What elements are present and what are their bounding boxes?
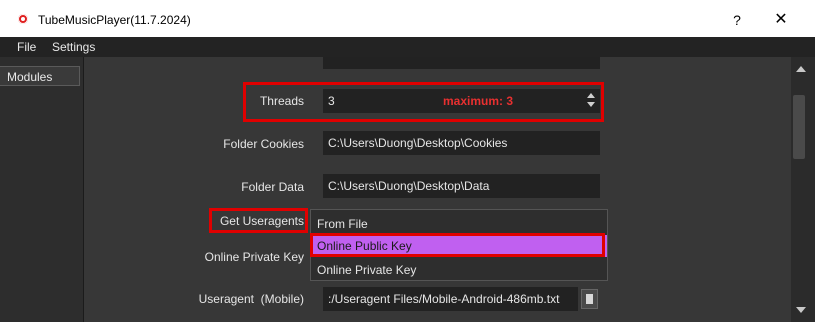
useragent-mobile-field[interactable]: :/Useragent Files/Mobile-Android-486mb.t… [323,287,578,311]
window-title: TubeMusicPlayer(11.7.2024) [38,13,191,27]
scroll-thumb[interactable] [793,95,805,159]
title-bar: TubeMusicPlayer(11.7.2024) ? ✕ [0,0,815,37]
data-folder-label: Folder Data [241,180,304,194]
vertical-scrollbar[interactable] [791,57,815,322]
menu-bar: File Settings [0,37,815,57]
private-key-label: Online Private Key [204,250,304,264]
data-folder-field[interactable]: C:\Users\Duong\Desktop\Data [323,174,600,198]
scroll-up-icon[interactable] [796,66,806,72]
sidebar-item-modules[interactable]: Modules [0,66,80,86]
scroll-down-icon[interactable] [796,307,806,313]
close-icon[interactable]: ✕ [758,8,804,32]
dropdown-option-online-private-key[interactable]: Online Private Key [311,259,607,281]
app-icon [18,14,28,24]
help-button[interactable]: ? [714,8,760,32]
cookies-field[interactable]: C:\Users\Duong\Desktop\Cookies [323,131,600,155]
dropdown-option-from-file[interactable]: From File [311,213,607,235]
menu-settings[interactable]: Settings [52,40,95,54]
useragents-highlight-box [209,208,308,233]
partial-field[interactable] [323,57,600,69]
useragent-mobile-label: Useragent (Mobile) [198,292,304,306]
sidebar [0,57,84,322]
threads-highlight-box [243,82,604,122]
cookies-label: Folder Cookies [223,137,304,151]
public-key-highlight-box [310,233,605,257]
file-icon [586,294,593,304]
browse-file-button[interactable] [581,289,598,309]
menu-file[interactable]: File [17,40,36,54]
